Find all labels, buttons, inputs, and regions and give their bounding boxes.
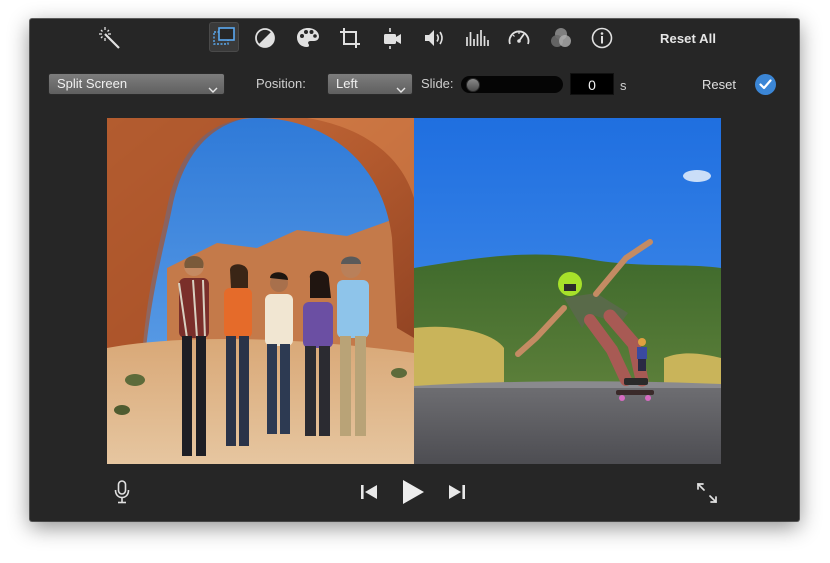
- microphone-icon[interactable]: [110, 479, 134, 505]
- imovie-adjustments-window: Reset All Split Screen Position: Left Sl…: [30, 19, 799, 521]
- position-select[interactable]: Left: [327, 73, 413, 95]
- position-value: Left: [336, 76, 358, 91]
- chevron-down-icon: [208, 80, 218, 100]
- position-label: Position:: [256, 76, 306, 91]
- slide-duration-field[interactable]: 0: [570, 73, 614, 95]
- volume-icon[interactable]: [422, 26, 448, 50]
- info-icon[interactable]: [590, 26, 614, 50]
- skip-back-icon[interactable]: [357, 481, 381, 503]
- apply-checkmark-button[interactable]: [755, 74, 776, 95]
- stabilization-icon[interactable]: [380, 26, 404, 50]
- speed-icon[interactable]: [506, 26, 532, 50]
- crop-icon[interactable]: [338, 26, 362, 50]
- skip-forward-icon[interactable]: [445, 481, 469, 503]
- play-icon[interactable]: [399, 478, 427, 506]
- video-overlay-icon[interactable]: [209, 22, 239, 52]
- reset-button[interactable]: Reset: [702, 77, 736, 92]
- color-correction-icon[interactable]: [295, 26, 321, 50]
- checkmark-icon: [759, 79, 772, 90]
- right-clip-frame: [414, 118, 721, 464]
- chevron-down-icon: [396, 80, 406, 100]
- overlay-type-value: Split Screen: [57, 76, 128, 91]
- fullscreen-icon[interactable]: [695, 481, 719, 505]
- slide-unit-label: s: [620, 78, 627, 93]
- friends-at-arch-image: [107, 118, 414, 464]
- video-viewer[interactable]: [107, 118, 721, 464]
- overlay-type-select[interactable]: Split Screen: [48, 73, 225, 95]
- reset-all-button[interactable]: Reset All: [660, 31, 716, 46]
- enhance-wand-icon[interactable]: [98, 25, 124, 51]
- slide-slider-knob[interactable]: [466, 78, 480, 92]
- skateboarder-downhill-image: [414, 118, 721, 464]
- noise-reduction-equalizer-icon[interactable]: [464, 26, 490, 50]
- slide-label: Slide:: [421, 76, 454, 91]
- clip-filter-icon[interactable]: [548, 26, 574, 50]
- left-clip-frame: [107, 118, 414, 464]
- color-balance-icon[interactable]: [253, 26, 277, 50]
